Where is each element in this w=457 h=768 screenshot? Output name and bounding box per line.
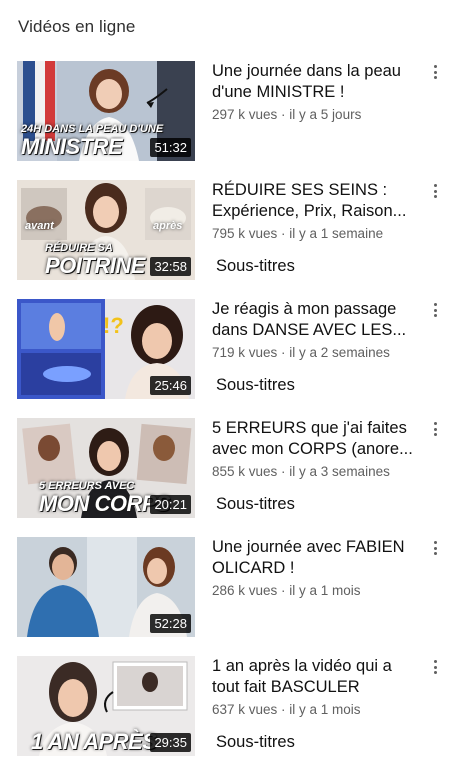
- duration-badge: 51:32: [150, 138, 191, 157]
- video-stats: 719 k vues · il y a 2 semaines: [212, 345, 390, 360]
- video-title[interactable]: 5 ERREURS que j'ai faites avec mon CORPS…: [212, 418, 422, 460]
- video-thumbnail[interactable]: 1 AN APRÈS 29:35: [17, 656, 195, 756]
- duration-badge: 32:58: [150, 257, 191, 276]
- video-title[interactable]: Une journée avec FABIEN OLICARD !: [212, 537, 422, 579]
- more-options-icon[interactable]: [428, 301, 442, 319]
- video-item[interactable]: 24H DANS LA PEAU D'UNE MINISTRE 51:32 Un…: [0, 61, 457, 165]
- thumbnail-caption-big: 1 AN APRÈS: [31, 729, 157, 754]
- thumbnail-label-before: avant: [25, 220, 54, 232]
- duration-badge: 20:21: [150, 495, 191, 514]
- more-options-icon[interactable]: [428, 539, 442, 557]
- thumbnail-caption: RÉDUIRE SA POITRINE: [45, 243, 145, 277]
- video-item[interactable]: avant après RÉDUIRE SA POITRINE 32:58 RÉ…: [0, 180, 457, 284]
- video-stats: 297 k vues · il y a 5 jours: [212, 107, 362, 122]
- duration-badge: 25:46: [150, 376, 191, 395]
- video-thumbnail[interactable]: 24H DANS LA PEAU D'UNE MINISTRE 51:32: [17, 61, 195, 161]
- subtitles-badge: Sous-titres: [216, 376, 295, 394]
- video-title[interactable]: Une journée dans la peau d'une MINISTRE …: [212, 61, 422, 103]
- more-options-icon[interactable]: [428, 420, 442, 438]
- video-meta: Je réagis à mon passage dans DANSE AVEC …: [212, 299, 422, 395]
- section-title: Vidéos en ligne: [18, 17, 136, 36]
- thumbnail-caption: 24H DANS LA PEAU D'UNE MINISTRE: [21, 124, 163, 158]
- subtitles-badge: Sous-titres: [216, 733, 295, 751]
- video-meta: Une journée avec FABIEN OLICARD ! 286 k …: [212, 537, 422, 599]
- video-meta: 5 ERREURS que j'ai faites avec mon CORPS…: [212, 418, 422, 514]
- video-meta: 1 an après la vidéo qui a tout fait BASC…: [212, 656, 422, 752]
- video-thumbnail[interactable]: avant après RÉDUIRE SA POITRINE 32:58: [17, 180, 195, 280]
- more-options-icon[interactable]: [428, 63, 442, 81]
- duration-badge: 52:28: [150, 614, 191, 633]
- video-thumbnail[interactable]: 5 ERREURS AVEC MON CORPS 20:21: [17, 418, 195, 518]
- thumbnail-caption: 1 AN APRÈS: [31, 729, 157, 754]
- subtitles-badge: Sous-titres: [216, 495, 295, 513]
- video-item[interactable]: 5 ERREURS AVEC MON CORPS 20:21 5 ERREURS…: [0, 418, 457, 522]
- duration-badge: 29:35: [150, 733, 191, 752]
- video-stats: 286 k vues · il y a 1 mois: [212, 583, 361, 598]
- video-title[interactable]: 1 an après la vidéo qui a tout fait BASC…: [212, 656, 422, 698]
- more-options-icon[interactable]: [428, 658, 442, 676]
- video-title[interactable]: Je réagis à mon passage dans DANSE AVEC …: [212, 299, 422, 341]
- video-stats: 795 k vues · il y a 1 semaine: [212, 226, 384, 241]
- video-meta: Une journée dans la peau d'une MINISTRE …: [212, 61, 422, 123]
- video-item[interactable]: 52:28 Une journée avec FABIEN OLICARD ! …: [0, 537, 457, 641]
- video-stats: 855 k vues · il y a 3 semaines: [212, 464, 390, 479]
- more-options-icon[interactable]: [428, 182, 442, 200]
- video-item[interactable]: !? 25:46 Je réagis à mon passage dans DA…: [0, 299, 457, 403]
- video-meta: RÉDUIRE SES SEINS : Expérience, Prix, Ra…: [212, 180, 422, 276]
- video-stats: 637 k vues · il y a 1 mois: [212, 702, 361, 717]
- video-thumbnail[interactable]: !? 25:46: [17, 299, 195, 399]
- svg-text:!?: !?: [103, 313, 124, 338]
- video-thumbnail[interactable]: 52:28: [17, 537, 195, 637]
- thumbnail-caption-big: POITRINE: [45, 253, 145, 278]
- video-item[interactable]: 1 AN APRÈS 29:35 1 an après la vidéo qui…: [0, 656, 457, 760]
- thumbnail-label-after: après: [153, 220, 183, 232]
- thumbnail-caption-big: MINISTRE: [21, 134, 123, 159]
- subtitles-badge: Sous-titres: [216, 257, 295, 275]
- video-title[interactable]: RÉDUIRE SES SEINS : Expérience, Prix, Ra…: [212, 180, 422, 222]
